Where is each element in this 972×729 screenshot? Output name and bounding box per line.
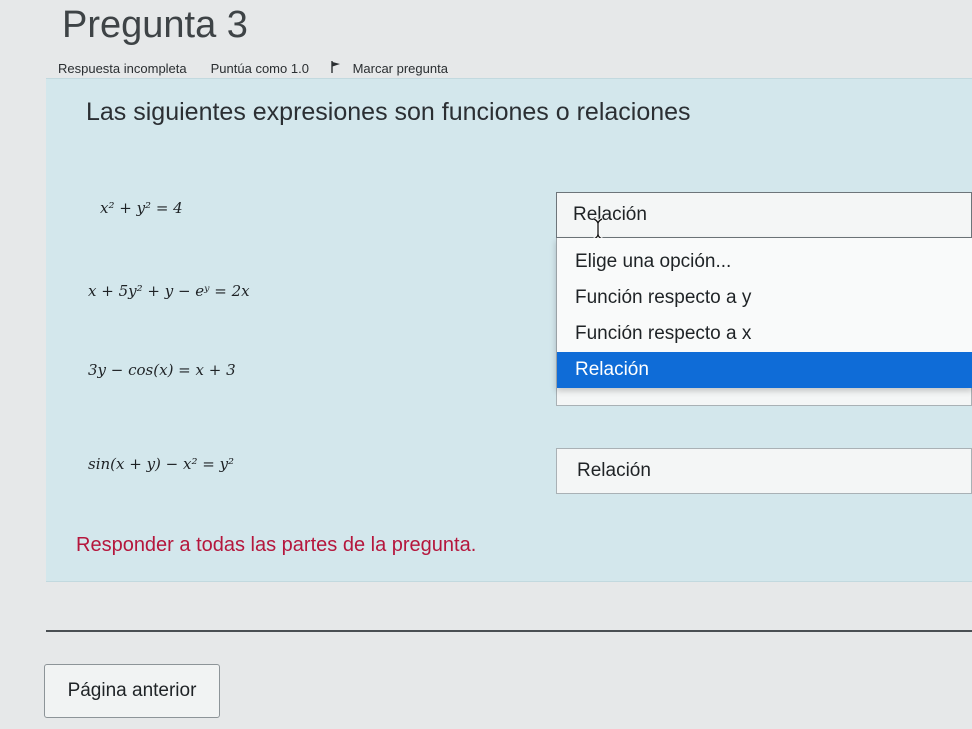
section-divider <box>46 630 972 632</box>
incomplete-warning: Responder a todas las partes de la pregu… <box>76 534 477 556</box>
question-info-bar: Respuesta incompleta Puntúa como 1.0 Mar… <box>58 58 448 78</box>
expression-1: x² + y² = 4 <box>100 199 183 217</box>
status-text: Respuesta incompleta <box>58 60 187 76</box>
answer-select-1-value: Relación <box>573 204 647 225</box>
answer-select-4[interactable]: Relación <box>556 448 972 494</box>
expression-2: x + 5y² + y − eʸ = 2x <box>88 282 250 300</box>
question-prompt: Las siguientes expresiones son funciones… <box>86 98 691 126</box>
answer-dropdown-list: Elige una opción... Función respecto a y… <box>556 238 972 388</box>
flag-icon <box>331 60 340 73</box>
option-relation[interactable]: Relación <box>557 352 972 388</box>
expression-3: 3y − cos(x) = x + 3 <box>88 361 236 379</box>
answer-select-1[interactable]: Relación <box>556 192 972 238</box>
grade-text: Puntúa como 1.0 <box>210 60 309 76</box>
text-cursor-icon <box>593 218 603 240</box>
page-title: Pregunta 3 <box>62 4 248 46</box>
option-choose[interactable]: Elige una opción... <box>557 244 972 280</box>
answer-select-4-value: Relación <box>577 460 651 481</box>
option-function-y[interactable]: Función respecto a y <box>557 280 972 316</box>
flag-question-link[interactable]: Marcar pregunta <box>331 60 448 76</box>
option-function-x[interactable]: Función respecto a x <box>557 316 972 352</box>
expression-4: sin(x + y) − x² = y² <box>88 455 235 473</box>
previous-page-button[interactable]: Página anterior <box>44 664 220 718</box>
flag-question-label: Marcar pregunta <box>352 60 448 76</box>
